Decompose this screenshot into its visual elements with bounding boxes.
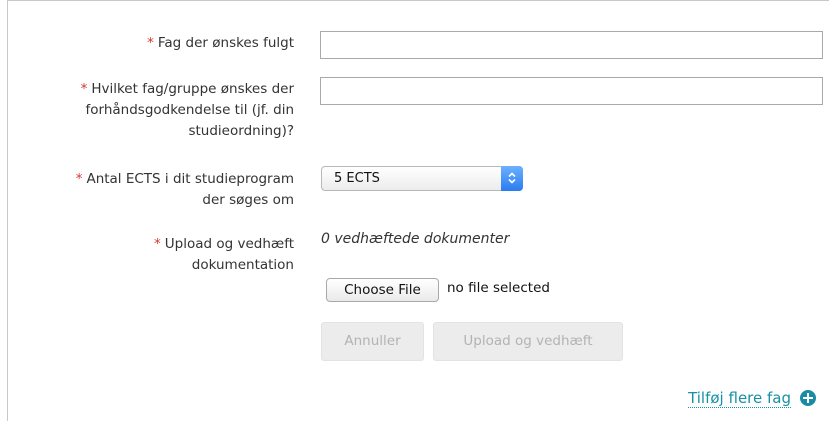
preapproval-input[interactable] <box>320 77 823 105</box>
required-marker: * <box>80 81 88 97</box>
subject-input[interactable] <box>320 31 823 59</box>
required-marker: * <box>154 236 161 252</box>
attached-count: 0 vedhæftede dokumenter <box>321 231 510 247</box>
chevron-up-down-icon <box>501 166 523 191</box>
add-more-subjects-link[interactable]: Tilføj flere fag <box>688 389 791 408</box>
ects-select[interactable]: 5 ECTS <box>321 166 523 191</box>
choose-file-button[interactable]: Choose File <box>326 278 439 302</box>
preapproval-label: * Hvilket fag/gruppe ønskes der forhåndsg… <box>80 81 294 139</box>
required-marker: * <box>147 35 154 51</box>
ects-label: * Antal ECTS i dit studieprogram der søge… <box>75 171 294 208</box>
required-marker: * <box>75 171 83 187</box>
upload-label: * Upload og vedhæft dokumentation <box>154 236 294 273</box>
cancel-button[interactable]: Annuller <box>321 322 424 361</box>
ects-selected-value: 5 ECTS <box>334 171 380 186</box>
plus-circle-icon[interactable] <box>800 390 816 406</box>
file-status: no file selected <box>447 280 550 296</box>
subject-label: * Fag der ønskes fulgt <box>147 35 294 51</box>
upload-attach-button[interactable]: Upload og vedhæft <box>433 322 623 361</box>
